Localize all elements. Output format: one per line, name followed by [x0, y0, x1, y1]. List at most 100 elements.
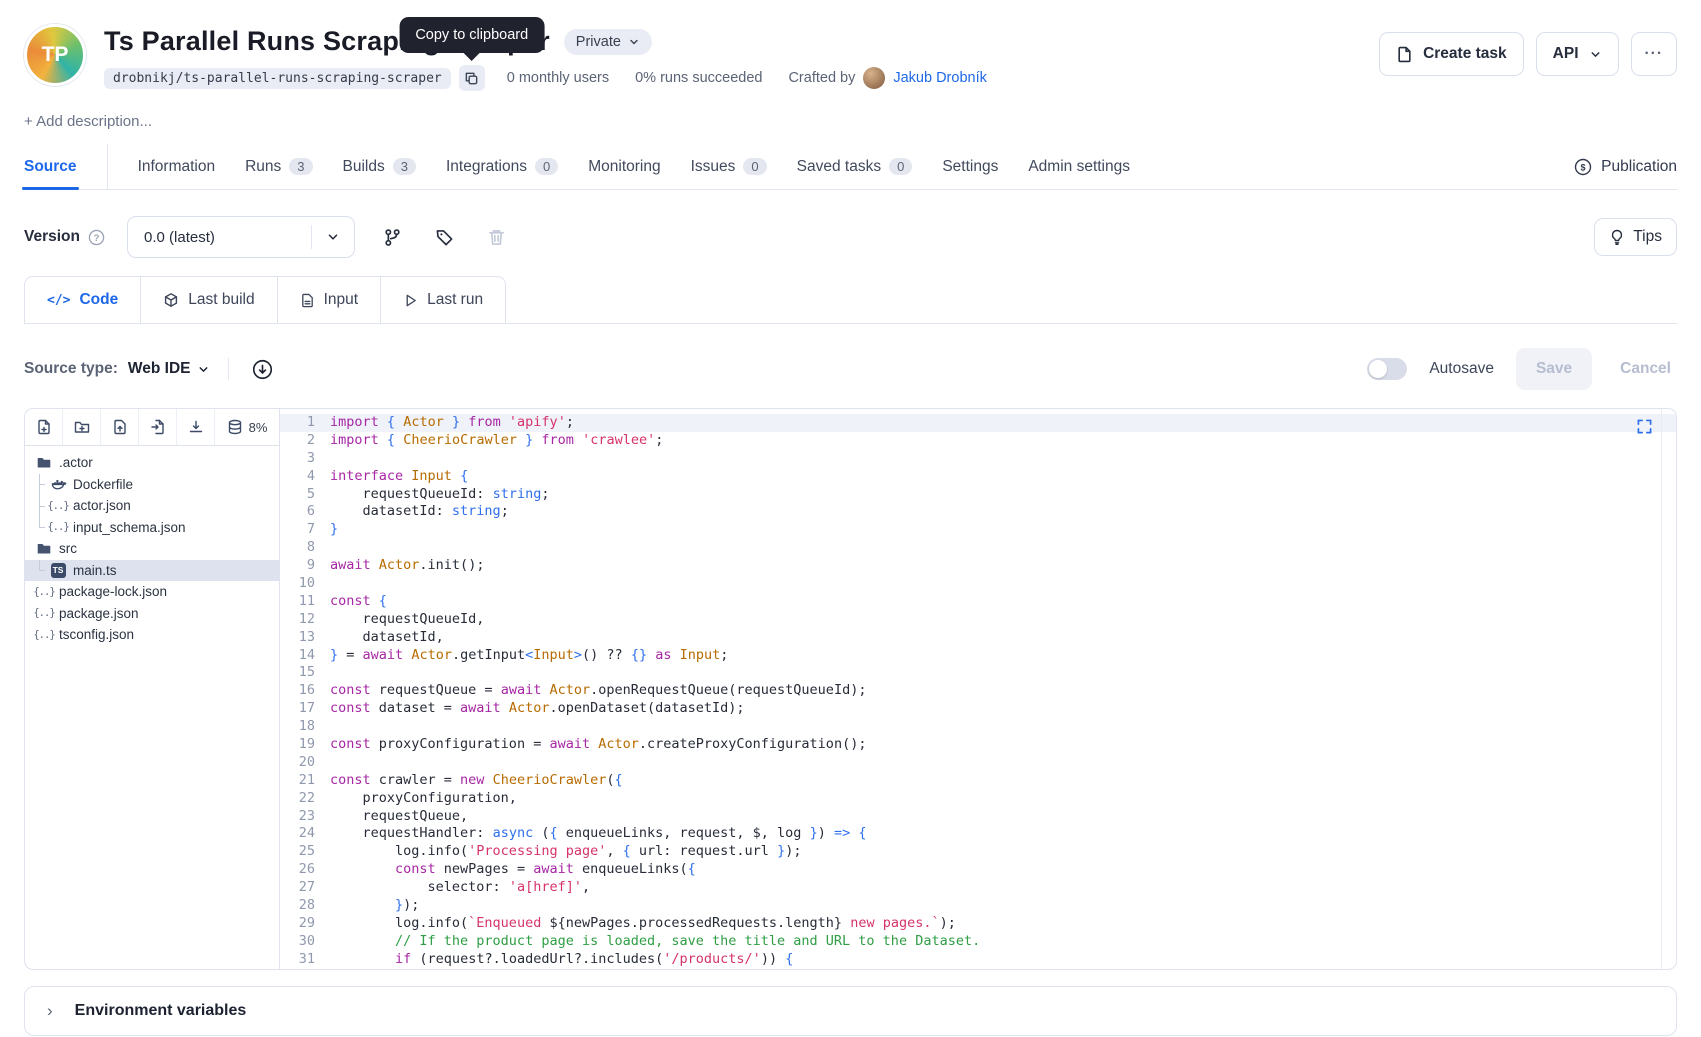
tree-item-label: Dockerfile	[73, 477, 133, 492]
add-description-button[interactable]: + Add description...	[24, 113, 152, 130]
actor-avatar: TP	[24, 24, 86, 86]
code-line[interactable]: 2import { CheerioCrawler } from 'crawlee…	[280, 432, 1676, 450]
cancel-button[interactable]: Cancel	[1614, 360, 1677, 378]
create-task-button[interactable]: Create task	[1379, 32, 1524, 76]
code-line[interactable]: 17const dataset = await Actor.openDatase…	[280, 700, 1676, 718]
code-line[interactable]: 9await Actor.init();	[280, 557, 1676, 575]
code-editor[interactable]: 1import { Actor } from 'apify';2import {…	[280, 409, 1676, 969]
document-icon	[300, 293, 315, 308]
code-line[interactable]: 20	[280, 754, 1676, 772]
subtab-last-run[interactable]: Last run	[380, 277, 505, 323]
tab-runs[interactable]: Runs3	[245, 144, 312, 189]
subtab-label: Code	[79, 291, 118, 309]
tree-item-input-schema-json[interactable]: {..}input_schema.json	[25, 517, 279, 539]
line-number: 20	[280, 754, 330, 772]
subtab-label: Last run	[427, 291, 483, 309]
fullscreen-icon[interactable]	[1637, 419, 1652, 434]
more-actions-button[interactable]: ···	[1631, 32, 1678, 76]
new-file-button[interactable]	[25, 409, 63, 445]
visibility-dropdown[interactable]: Private	[564, 29, 652, 55]
code-line[interactable]: 1import { Actor } from 'apify';	[280, 414, 1676, 432]
tab-issues[interactable]: Issues0	[691, 144, 767, 189]
code-line[interactable]: 8	[280, 539, 1676, 557]
code-line[interactable]: 13 datasetId,	[280, 629, 1676, 647]
tab-monitoring[interactable]: Monitoring	[588, 144, 660, 189]
tree-item-package-json[interactable]: {..}package.json	[25, 603, 279, 625]
code-line[interactable]: 21const crawler = new CheerioCrawler({	[280, 772, 1676, 790]
code-line[interactable]: 16const requestQueue = await Actor.openR…	[280, 682, 1676, 700]
editor-scrollbar[interactable]	[1661, 409, 1676, 969]
new-folder-button[interactable]	[63, 409, 101, 445]
code-line[interactable]: 27 selector: 'a[href]',	[280, 879, 1676, 897]
autosave-toggle[interactable]	[1367, 358, 1407, 380]
tab-settings[interactable]: Settings	[942, 144, 998, 189]
import-file-button[interactable]	[139, 409, 177, 445]
code-line-content	[330, 718, 1676, 736]
subtab-code[interactable]: </>Code	[25, 277, 140, 323]
code-line[interactable]: 15	[280, 664, 1676, 682]
tree-item-dockerfile[interactable]: Dockerfile	[25, 474, 279, 496]
line-number: 2	[280, 432, 330, 450]
storage-button[interactable]: 8%	[215, 409, 279, 445]
code-line[interactable]: 26 const newPages = await enqueueLinks({	[280, 861, 1676, 879]
code-line[interactable]: 12 requestQueueId,	[280, 611, 1676, 629]
upload-file-button[interactable]	[101, 409, 139, 445]
tag-icon[interactable]	[429, 222, 459, 252]
tab-saved-tasks[interactable]: Saved tasks0	[797, 144, 913, 189]
code-line[interactable]: 31 if (request?.loadedUrl?.includes('/pr…	[280, 951, 1676, 969]
subtab-label: Last build	[188, 291, 254, 309]
tab-label: Admin settings	[1028, 158, 1130, 176]
code-line[interactable]: 3	[280, 450, 1676, 468]
code-line-content: requestHandler: async ({ enqueueLinks, r…	[330, 825, 1676, 843]
code-line[interactable]: 23 requestQueue,	[280, 808, 1676, 826]
publication-button[interactable]: $ Publication	[1574, 158, 1677, 176]
tree-item-main-ts[interactable]: TSmain.ts	[25, 560, 279, 582]
tab-integrations[interactable]: Integrations0	[446, 144, 558, 189]
subtab-last-build[interactable]: Last build	[140, 277, 276, 323]
code-line[interactable]: 6 datasetId: string;	[280, 503, 1676, 521]
tab-builds[interactable]: Builds3	[343, 144, 416, 189]
code-line[interactable]: 30 // If the product page is loaded, sav…	[280, 933, 1676, 951]
api-button[interactable]: API	[1536, 32, 1619, 76]
help-icon[interactable]: ?	[88, 229, 105, 246]
tree-item-label: .actor	[59, 455, 93, 470]
tree-item-actor-json[interactable]: {..}actor.json	[25, 495, 279, 517]
dollar-circle-icon: $	[1574, 158, 1592, 176]
line-number: 23	[280, 808, 330, 826]
tree-item-src[interactable]: src	[25, 538, 279, 560]
delete-version-icon[interactable]	[481, 222, 511, 252]
tab-information[interactable]: Information	[138, 144, 216, 189]
save-button[interactable]: Save	[1516, 348, 1592, 390]
source-type-dropdown[interactable]: Web IDE	[128, 360, 211, 378]
subtab-input[interactable]: Input	[277, 277, 380, 323]
line-number: 13	[280, 629, 330, 647]
upload-file-icon	[112, 419, 128, 435]
tree-item-actor[interactable]: .actor	[25, 452, 279, 474]
branch-icon[interactable]	[377, 222, 407, 252]
task-file-icon	[1396, 46, 1413, 63]
line-number: 27	[280, 879, 330, 897]
code-line[interactable]: 11const {	[280, 593, 1676, 611]
download-source-icon[interactable]	[247, 354, 277, 384]
author-link[interactable]: Jakub Drobník	[893, 70, 987, 86]
code-line[interactable]: 19const proxyConfiguration = await Actor…	[280, 736, 1676, 754]
code-line[interactable]: 14} = await Actor.getInput<Input>() ?? {…	[280, 647, 1676, 665]
download-button[interactable]	[177, 409, 215, 445]
code-line[interactable]: 29 log.info(`Enqueued ${newPages.process…	[280, 915, 1676, 933]
environment-variables-panel[interactable]: › Environment variables	[24, 986, 1677, 1036]
code-line[interactable]: 22 proxyConfiguration,	[280, 790, 1676, 808]
code-line[interactable]: 28 });	[280, 897, 1676, 915]
tab-source[interactable]: Source	[24, 144, 77, 189]
code-line[interactable]: 4interface Input {	[280, 468, 1676, 486]
tab-admin-settings[interactable]: Admin settings	[1028, 144, 1130, 189]
code-line[interactable]: 7}	[280, 521, 1676, 539]
version-select[interactable]: 0.0 (latest)	[127, 216, 355, 258]
tips-button[interactable]: Tips	[1594, 218, 1677, 256]
code-line[interactable]: 24 requestHandler: async ({ enqueueLinks…	[280, 825, 1676, 843]
code-line[interactable]: 5 requestQueueId: string;	[280, 486, 1676, 504]
tree-item-package-lock-json[interactable]: {..}package-lock.json	[25, 581, 279, 603]
code-line[interactable]: 18	[280, 718, 1676, 736]
code-line[interactable]: 10	[280, 575, 1676, 593]
tree-item-tsconfig-json[interactable]: {..}tsconfig.json	[25, 624, 279, 646]
code-line[interactable]: 25 log.info('Processing page', { url: re…	[280, 843, 1676, 861]
